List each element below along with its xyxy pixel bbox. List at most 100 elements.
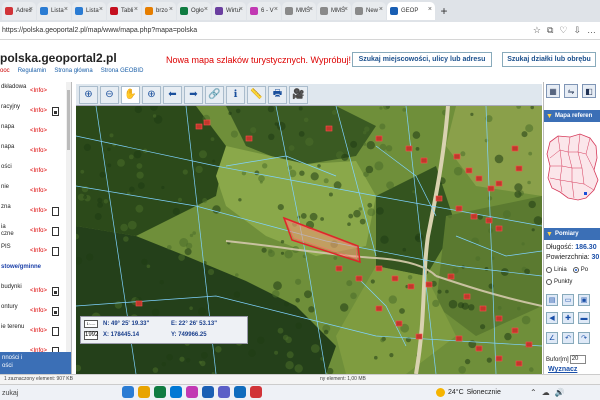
layer-info-link[interactable]: <Info> bbox=[30, 188, 47, 194]
tab-close-icon[interactable]: × bbox=[309, 6, 313, 13]
line-tool-icon[interactable]: ▬ bbox=[578, 312, 590, 324]
layer-info-link[interactable]: <Info> bbox=[30, 88, 47, 94]
taskbar-app-icon[interactable] bbox=[234, 386, 246, 398]
browser-tab[interactable]: GEOP × bbox=[387, 2, 435, 20]
tab-close-icon[interactable]: × bbox=[379, 6, 383, 13]
reference-map-header[interactable]: ▼ Mapa referen bbox=[544, 110, 600, 122]
weather-widget[interactable]: 24°C Słonecznie bbox=[436, 388, 501, 397]
layer-row[interactable]: ia czne <Info> bbox=[0, 222, 71, 242]
address-bar-icon[interactable]: ♡ bbox=[559, 25, 567, 36]
layer-row[interactable]: zna <Info> bbox=[0, 202, 71, 222]
folder-icon[interactable]: ▭ bbox=[562, 294, 574, 306]
tray-icon[interactable]: ☁ bbox=[542, 388, 550, 397]
layer-row[interactable]: PIS <Info> bbox=[0, 242, 71, 262]
layer-row[interactable]: ie terenu <Info> bbox=[0, 322, 71, 342]
layer-info-link[interactable]: <Info> bbox=[30, 328, 47, 334]
tab-close-icon[interactable]: × bbox=[99, 6, 103, 13]
browser-tab[interactable]: Lista × bbox=[37, 2, 71, 20]
search-parcel-button[interactable]: Szukaj działki lub obrębu bbox=[502, 52, 596, 67]
new-tab-button[interactable]: + bbox=[436, 4, 452, 18]
layer-legend-icon[interactable] bbox=[52, 207, 59, 216]
taskbar-search[interactable]: zukaj bbox=[0, 387, 120, 399]
layer-info-link[interactable]: <Info> bbox=[30, 128, 47, 134]
tab-close-icon[interactable]: × bbox=[29, 6, 33, 13]
layer-legend-icon[interactable] bbox=[52, 327, 59, 336]
add-point-icon[interactable]: ✚ bbox=[562, 312, 574, 324]
measure-button[interactable]: 📏 bbox=[247, 85, 266, 104]
redo-icon[interactable]: ↷ bbox=[578, 332, 590, 344]
header-link-home[interactable]: Strona główna bbox=[54, 68, 92, 74]
address-bar-icon[interactable]: ☆ bbox=[533, 25, 541, 36]
header-link-geobid[interactable]: Strona GEOBID bbox=[101, 68, 144, 74]
video-button[interactable]: 🎥 bbox=[289, 85, 308, 104]
address-bar[interactable]: https://polska.geoportal2.pl/map/www/map… bbox=[0, 22, 600, 40]
layer-info-link[interactable]: <Info> bbox=[30, 148, 47, 154]
layer-legend-icon[interactable] bbox=[52, 287, 59, 296]
layer-info-link[interactable]: <Info> bbox=[30, 208, 47, 214]
layer-row[interactable]: racyjny <Info> bbox=[0, 102, 71, 122]
layer-info-link[interactable]: <Info> bbox=[30, 168, 47, 174]
layer-legend-icon[interactable] bbox=[52, 307, 59, 316]
pan-hand-button[interactable]: ✋ bbox=[121, 85, 140, 104]
browser-tab[interactable]: MMŚ × bbox=[282, 2, 316, 20]
taskbar-app-icon[interactable] bbox=[250, 386, 262, 398]
taskbar-app-icon[interactable] bbox=[186, 386, 198, 398]
radio-linia[interactable] bbox=[546, 267, 552, 273]
header-link-regulamin[interactable]: Regulamin bbox=[18, 68, 47, 74]
layer-row[interactable]: dkładowa <Info> bbox=[0, 82, 71, 102]
save-icon[interactable]: ▣ bbox=[578, 294, 590, 306]
panel-toggle-icon[interactable]: ▦ bbox=[546, 84, 560, 98]
address-bar-icon[interactable]: ⧉ bbox=[547, 25, 553, 36]
print-button[interactable]: 🖶 bbox=[268, 85, 287, 104]
layer-info-link[interactable]: <Info> bbox=[30, 108, 47, 114]
link-button[interactable]: 🔗 bbox=[205, 85, 224, 104]
wyznacz-button[interactable]: Wyznacz bbox=[548, 366, 577, 373]
scale-indicator[interactable]: 1:---- bbox=[84, 320, 98, 328]
taskbar-app-icon[interactable] bbox=[122, 386, 134, 398]
layer-panel-scrollbar[interactable] bbox=[66, 82, 71, 374]
address-bar-icon[interactable]: … bbox=[587, 25, 596, 36]
layer-legend-icon[interactable] bbox=[52, 107, 59, 116]
orthophoto-year[interactable]: 1992 bbox=[84, 331, 98, 340]
new-file-icon[interactable]: ▤ bbox=[546, 294, 558, 306]
angle-icon[interactable]: ∠ bbox=[546, 332, 558, 344]
undo-icon[interactable]: ↶ bbox=[562, 332, 574, 344]
radio-polygon[interactable] bbox=[572, 267, 579, 273]
layer-row[interactable]: stowe/gminne bbox=[0, 262, 71, 282]
url-text[interactable]: https://polska.geoportal2.pl/map/www/map… bbox=[0, 27, 197, 34]
taskbar-app-icon[interactable] bbox=[138, 386, 150, 398]
browser-tab[interactable]: Adres × bbox=[2, 2, 36, 20]
panel-toggle-icon[interactable]: ⇋ bbox=[564, 84, 578, 98]
layer-info-link[interactable]: <Info> bbox=[30, 308, 47, 314]
layer-info-link[interactable]: <Info> bbox=[30, 228, 47, 234]
zoom-box-button[interactable]: ⊕ bbox=[142, 85, 161, 104]
reference-map[interactable] bbox=[544, 128, 600, 224]
info-button[interactable]: ℹ bbox=[226, 85, 245, 104]
layer-row[interactable]: nie <Info> bbox=[0, 182, 71, 202]
tray-icon[interactable]: 🔊 bbox=[555, 388, 565, 397]
panel-toggle-icon[interactable]: ◧ bbox=[582, 84, 596, 98]
tray-icon[interactable]: ⌃ bbox=[530, 388, 537, 397]
header-link-ooc[interactable]: ooc bbox=[0, 68, 10, 74]
layer-row[interactable]: ości <Info> bbox=[0, 162, 71, 182]
layer-legend-icon[interactable] bbox=[52, 247, 59, 256]
browser-tab[interactable]: Tabli × bbox=[107, 2, 141, 20]
promo-banner[interactable]: Nowa mapa szlaków turystycznych. Wypróbu… bbox=[166, 55, 351, 65]
tab-close-icon[interactable]: × bbox=[344, 6, 348, 13]
search-address-button[interactable]: Szukaj miejscowości, ulicy lub adresu bbox=[352, 52, 492, 67]
layer-info-link[interactable]: <Info> bbox=[30, 248, 47, 254]
forward-button[interactable]: ➡ bbox=[184, 85, 203, 104]
browser-tab[interactable]: Lista × bbox=[72, 2, 106, 20]
taskbar-app-icon[interactable] bbox=[154, 386, 166, 398]
layer-row[interactable]: ontury <Info> bbox=[0, 302, 71, 322]
tab-close-icon[interactable]: × bbox=[169, 6, 173, 13]
layer-row[interactable]: napa <Info> bbox=[0, 142, 71, 162]
measurements-header[interactable]: ▼ Pomiary bbox=[544, 228, 600, 240]
layer-row[interactable]: napa <Info> bbox=[0, 122, 71, 142]
tab-close-icon[interactable]: × bbox=[64, 6, 68, 13]
browser-tab[interactable]: Ogło × bbox=[177, 2, 211, 20]
zoom-out-button[interactable]: ⊖ bbox=[100, 85, 119, 104]
browser-tab[interactable]: New × bbox=[352, 2, 386, 20]
tab-close-icon[interactable]: × bbox=[428, 6, 432, 13]
taskbar-app-icon[interactable] bbox=[170, 386, 182, 398]
